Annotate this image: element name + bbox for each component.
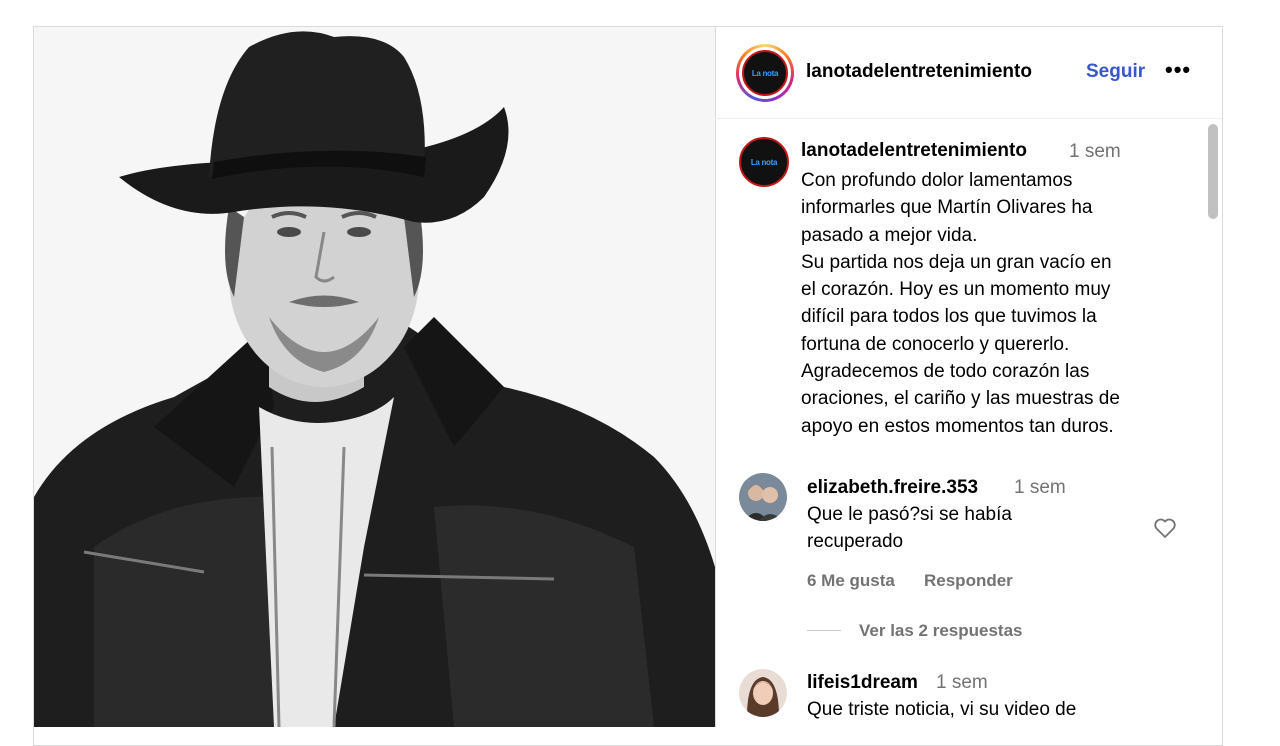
comment-likes[interactable]: 6 Me gusta bbox=[807, 571, 895, 591]
like-heart-icon[interactable] bbox=[1153, 517, 1177, 539]
reply-button[interactable]: Responder bbox=[924, 571, 1013, 591]
comment-time[interactable]: 1 sem bbox=[936, 672, 988, 694]
view-replies-button[interactable]: Ver las 2 respuestas bbox=[859, 621, 1023, 641]
caption-line: informarles que Martín Olivares ha bbox=[801, 197, 1093, 219]
comment-avatar[interactable] bbox=[739, 473, 787, 521]
comment-username[interactable]: lifeis1dream bbox=[807, 672, 918, 694]
caption-line: Su partida nos deja un gran vacío en bbox=[801, 251, 1112, 273]
comment-line: Que triste noticia, vi su video de bbox=[807, 699, 1077, 720]
caption-avatar[interactable]: La nota bbox=[739, 137, 789, 187]
caption-line: el corazón. Hoy es un momento muy bbox=[801, 279, 1111, 301]
post-container: La nota lanotadelentretenimiento Seguir … bbox=[33, 26, 1223, 746]
sidebar: La nota lanotadelentretenimiento Seguir … bbox=[715, 27, 1222, 727]
comment-username[interactable]: elizabeth.freire.353 bbox=[807, 477, 978, 499]
caption-line: oraciones, el cariño y las muestras de bbox=[801, 388, 1120, 410]
caption-time[interactable]: 1 sem bbox=[1069, 141, 1121, 163]
comment-text: Que le pasó?si se había recuperado bbox=[807, 501, 1012, 555]
comment-time[interactable]: 1 sem bbox=[1014, 477, 1066, 499]
story-ring[interactable]: La nota bbox=[736, 44, 794, 102]
logo-text: La nota bbox=[751, 68, 779, 78]
caption-username[interactable]: lanotadelentretenimiento bbox=[801, 140, 1027, 162]
comment-line: recuperado bbox=[807, 531, 904, 552]
avatar: La nota bbox=[742, 50, 788, 96]
header-username[interactable]: lanotadelentretenimiento bbox=[806, 61, 1032, 83]
replies-divider bbox=[807, 630, 841, 631]
caption-line: Agradecemos de todo corazón las bbox=[801, 361, 1090, 383]
caption-line: difícil para todos los que tuvimos la bbox=[801, 306, 1097, 328]
caption-line: fortuna de conocerlo y quererlo. bbox=[801, 333, 1070, 355]
scrollbar[interactable] bbox=[1208, 124, 1218, 219]
caption-text: Con profundo dolor lamentamos informarle… bbox=[801, 167, 1181, 440]
caption-line: apoyo en estos momentos tan duros. bbox=[801, 415, 1114, 437]
comment-text: Que triste noticia, vi su video de bbox=[807, 696, 1076, 723]
caption-line: pasado a mejor vida. bbox=[801, 224, 978, 246]
comment-line: Que le pasó?si se había bbox=[807, 504, 1012, 525]
comment-avatar[interactable] bbox=[739, 669, 787, 717]
post-photo[interactable] bbox=[34, 27, 716, 727]
post-header: La nota lanotadelentretenimiento Seguir … bbox=[715, 27, 1222, 119]
logo-text: La nota bbox=[750, 157, 778, 167]
more-options-icon[interactable]: ••• bbox=[1165, 57, 1191, 83]
follow-button[interactable]: Seguir bbox=[1086, 61, 1145, 83]
caption-line: Con profundo dolor lamentamos bbox=[801, 170, 1073, 191]
